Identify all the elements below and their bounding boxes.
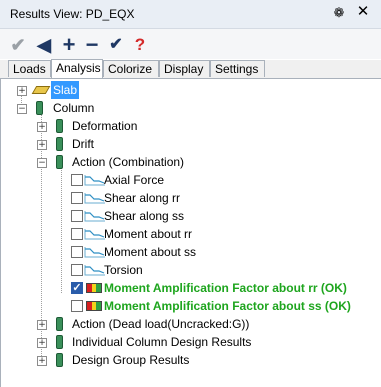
toolbar: ✔ ◀ + − ✔ ?	[0, 29, 381, 59]
tree-label-slab[interactable]: Slab	[51, 81, 80, 99]
diagram-icon	[84, 211, 105, 222]
checkbox[interactable]	[71, 264, 83, 276]
pin-icon[interactable]: ❁	[331, 5, 347, 21]
expand-all-icon[interactable]: +	[59, 34, 79, 56]
apply-check-icon[interactable]: ✔	[8, 35, 28, 55]
diagram-icon	[84, 265, 105, 276]
tree-label-maf-rr[interactable]: Moment Amplification Factor about rr (OK…	[104, 279, 347, 297]
expand-icon[interactable]: +	[37, 338, 47, 348]
tree-row-column[interactable]: − Column	[1, 99, 381, 117]
checkbox[interactable]	[71, 210, 83, 222]
tab-loads[interactable]: Loads	[8, 60, 51, 77]
collapse-all-icon[interactable]: −	[82, 34, 102, 56]
tree-row-torsion[interactable]: Torsion	[1, 261, 381, 279]
column-icon	[56, 137, 63, 151]
checkbox[interactable]	[71, 174, 83, 186]
tree-row-shear-ss[interactable]: Shear along ss	[1, 207, 381, 225]
help-icon[interactable]: ?	[130, 35, 150, 55]
expand-icon[interactable]: +	[37, 140, 47, 150]
tree-label-design-group[interactable]: Design Group Results	[72, 351, 189, 369]
tree-label-moment-rr[interactable]: Moment about rr	[104, 225, 192, 243]
tree-label-shear-rr[interactable]: Shear along rr	[104, 189, 180, 207]
slab-icon	[31, 86, 51, 94]
column-icon	[56, 353, 63, 367]
tree-label-column[interactable]: Column	[53, 99, 94, 117]
checkbox[interactable]	[71, 192, 83, 204]
tree-label-action-combination[interactable]: Action (Combination)	[72, 153, 184, 171]
checkbox-checked[interactable]: ✓	[71, 282, 83, 294]
results-tree: + Slab − Column + Deformation + Drift − …	[0, 79, 381, 387]
tree-label-shear-ss[interactable]: Shear along ss	[104, 207, 184, 225]
tree-label-maf-ss[interactable]: Moment Amplification Factor about ss (OK…	[104, 297, 351, 315]
tree-label-individual[interactable]: Individual Column Design Results	[72, 333, 251, 351]
tree-label-drift[interactable]: Drift	[72, 135, 94, 153]
tree-label-axial-force[interactable]: Axial Force	[104, 171, 164, 189]
column-icon	[36, 101, 43, 115]
tab-strip: Loads Analysis Colorize Display Settings	[0, 59, 381, 79]
tab-colorize[interactable]: Colorize	[103, 60, 159, 77]
window-title: Results View: PD_EQX	[10, 7, 135, 21]
diagram-icon	[84, 193, 105, 204]
column-icon	[56, 335, 63, 349]
tree-label-deformation[interactable]: Deformation	[72, 117, 137, 135]
tab-settings[interactable]: Settings	[210, 60, 265, 77]
checkbox[interactable]	[71, 228, 83, 240]
diagram-icon	[84, 229, 105, 240]
check-all-icon[interactable]: ✔	[106, 35, 126, 55]
tree-label-action-dead[interactable]: Action (Dead load(Uncracked:G))	[72, 315, 249, 333]
expand-icon[interactable]: +	[37, 356, 47, 366]
tree-row-drift[interactable]: + Drift	[1, 135, 381, 153]
tree-row-shear-rr[interactable]: Shear along rr	[1, 189, 381, 207]
tree-row-design-group[interactable]: + Design Group Results	[1, 351, 381, 369]
tree-row-maf-rr[interactable]: ✓ Moment Amplification Factor about rr (…	[1, 279, 381, 297]
expand-icon[interactable]: +	[37, 320, 47, 330]
tree-row-deformation[interactable]: + Deformation	[1, 117, 381, 135]
tree-row-maf-ss[interactable]: Moment Amplification Factor about ss (OK…	[1, 297, 381, 315]
tab-analysis[interactable]: Analysis	[51, 59, 103, 78]
back-arrow-icon[interactable]: ◀	[34, 35, 54, 55]
tree-row-moment-ss[interactable]: Moment about ss	[1, 243, 381, 261]
column-icon	[56, 155, 63, 169]
color-legend-icon	[86, 301, 102, 311]
tree-row-action-dead[interactable]: + Action (Dead load(Uncracked:G))	[1, 315, 381, 333]
tree-label-moment-ss[interactable]: Moment about ss	[104, 243, 196, 261]
column-icon	[56, 119, 63, 133]
close-icon[interactable]: ✕	[355, 4, 371, 20]
tree-row-slab[interactable]: + Slab	[1, 81, 381, 99]
tab-display[interactable]: Display	[159, 60, 210, 77]
tree-label-torsion[interactable]: Torsion	[104, 261, 143, 279]
collapse-icon[interactable]: −	[37, 158, 47, 168]
color-legend-icon	[86, 283, 102, 293]
tree-row-axial-force[interactable]: Axial Force	[1, 171, 381, 189]
title-bar: Results View: PD_EQX ❁ ✕	[0, 0, 381, 29]
column-icon	[56, 317, 63, 331]
tree-row-moment-rr[interactable]: Moment about rr	[1, 225, 381, 243]
diagram-icon	[84, 247, 105, 258]
checkbox[interactable]	[71, 300, 83, 312]
diagram-icon	[84, 175, 105, 186]
tree-row-individual[interactable]: + Individual Column Design Results	[1, 333, 381, 351]
expand-icon[interactable]: +	[37, 122, 47, 132]
collapse-icon[interactable]: −	[17, 104, 27, 114]
tree-row-action-combination[interactable]: − Action (Combination)	[1, 153, 381, 171]
expand-icon[interactable]: +	[17, 86, 27, 96]
checkbox[interactable]	[71, 246, 83, 258]
